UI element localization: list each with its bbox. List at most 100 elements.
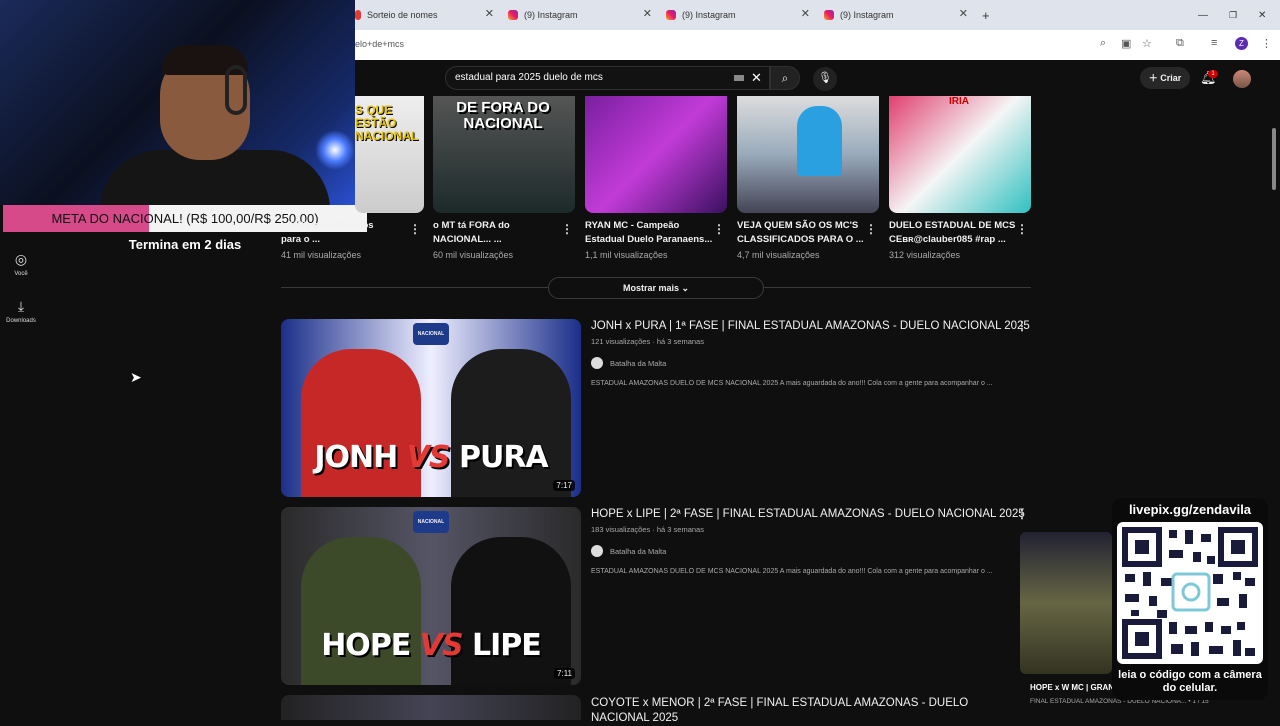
mini-player-video[interactable] — [1020, 532, 1112, 674]
instagram-icon — [666, 10, 676, 20]
create-button[interactable]: ＋ Criar — [1140, 67, 1190, 89]
video-duration: 7:11 — [554, 668, 575, 679]
search-input[interactable]: estadual para 2025 duelo de mcs — [455, 72, 603, 83]
close-icon[interactable]: ✕ — [801, 7, 810, 20]
video-title[interactable]: COYOTE x MENOR | 2ª FASE | FINAL ESTADUA… — [591, 696, 1011, 726]
profile-icon[interactable]: Z — [1235, 37, 1248, 50]
short-title[interactable]: DUELO ESTADUAL DE MCS CEʙʀ@clauber085 #r… — [889, 219, 1019, 247]
goal-subtitle: Termina em 2 dias — [128, 237, 242, 252]
tab-sorteio[interactable]: Sorteio de nomes ✕ — [355, 4, 500, 26]
qr-caption: leia o código com a câmera do celular. — [1118, 669, 1262, 694]
short-title[interactable]: o MT tá FORA do NACIONAL... ... — [433, 219, 563, 247]
sidebar-item-label: Downloads — [6, 318, 36, 324]
close-icon[interactable]: ✕ — [643, 7, 652, 20]
tab-instagram-1[interactable]: (9) Instagram ✕ — [508, 4, 658, 26]
close-icon[interactable]: ✕ — [959, 7, 968, 20]
avatar[interactable] — [1233, 70, 1251, 88]
mic-button[interactable]: 🎙 — [813, 67, 837, 91]
qr-url: livepix.gg/zendavila — [1128, 502, 1252, 517]
show-more-button[interactable]: Mostrar mais ⌄ — [548, 277, 764, 299]
instagram-icon — [824, 10, 834, 20]
video-description: ESTADUAL AMAZONAS DUELO DE MCS NACIONAL … — [591, 568, 993, 575]
more-options-icon[interactable]: ⋮ — [1016, 507, 1028, 521]
sidebar-item-voce[interactable]: ◎ Você — [0, 251, 42, 277]
clear-search-icon[interactable]: ✕ — [751, 70, 762, 86]
more-options-icon[interactable]: ⋮ — [1016, 319, 1028, 333]
thumbnail-vs-text: JONH VS PURA — [314, 440, 548, 475]
short-overlay-text: S QUE ESTÃO NACIONAL — [355, 103, 419, 143]
sidebar-item-downloads[interactable]: ⤓ Downloads — [0, 298, 42, 324]
tab-label: (9) Instagram — [682, 10, 736, 20]
search-icon: ⌕ — [781, 71, 789, 85]
short-views: 41 mil visualizações — [281, 250, 362, 260]
plus-icon: ＋ — [1148, 73, 1161, 83]
video-thumbnail[interactable] — [281, 695, 581, 720]
channel-link[interactable]: Batalha da Malta — [591, 357, 666, 369]
show-more-label: Mostrar mais — [622, 283, 679, 293]
video-duration: 7:17 — [553, 480, 575, 491]
tab-label: (9) Instagram — [840, 10, 894, 20]
short-title[interactable]: RYAN MC - Campeão Estadual Duelo Paranae… — [585, 219, 715, 247]
tab-instagram-2[interactable]: (9) Instagram ✕ — [666, 4, 816, 26]
chevron-down-icon: ⌄ — [681, 283, 690, 293]
user-circle-icon: ◎ — [14, 251, 28, 267]
short-title[interactable]: VEJA QUEM SÃO OS MC'S CLASSIFICADOS PARA… — [737, 219, 867, 247]
short-views: 4,7 mil visualizações — [737, 250, 820, 260]
more-options-icon[interactable]: ⋮ — [865, 222, 877, 236]
close-icon[interactable]: ✕ — [485, 7, 494, 20]
mic-icon: 🎙 — [818, 72, 832, 84]
video-thumbnail[interactable]: NACIONAL JONH VS PURA 7:17 — [281, 319, 581, 497]
nacional-logo: NACIONAL — [413, 323, 449, 345]
address-text[interactable]: elo+de+mcs — [355, 39, 404, 49]
more-options-icon[interactable]: ⋮ — [713, 222, 725, 236]
search-button[interactable]: ⌕ — [770, 66, 800, 90]
tab-instagram-3[interactable]: (9) Instagram ✕ — [824, 4, 974, 26]
extensions-icon[interactable]: ⧉ — [1176, 37, 1184, 50]
instagram-icon — [508, 10, 518, 20]
more-options-icon[interactable]: ⋮ — [409, 222, 421, 236]
new-tab-button[interactable]: + — [982, 4, 996, 26]
short-title[interactable]: ...MC's classificados para o ... — [281, 219, 391, 247]
restore-icon[interactable]: ❐ — [1229, 4, 1237, 26]
create-label: Criar — [1160, 73, 1182, 83]
more-menu-icon[interactable]: ⋮ — [1261, 37, 1272, 50]
short-thumbnail[interactable] — [585, 96, 727, 213]
short-thumbnail[interactable]: S QUE ESTÃO NACIONAL — [355, 96, 424, 213]
short-thumbnail[interactable] — [737, 96, 879, 213]
webcam-overlay — [0, 0, 355, 205]
sidebar-item-label: Você — [14, 271, 28, 277]
star-icon[interactable]: ☆ — [1142, 37, 1152, 50]
mini-player-title[interactable]: HOPE x W MC | GRAN — [1030, 683, 1114, 692]
channel-link[interactable]: Batalha da Malta — [591, 545, 666, 557]
keyboard-icon[interactable] — [734, 75, 744, 81]
video-title[interactable]: HOPE x LIPE | 2ª FASE | FINAL ESTADUAL A… — [591, 508, 1025, 520]
reading-list-icon[interactable]: ≡ — [1211, 37, 1217, 49]
tab-label: Sorteio de nomes — [367, 10, 438, 20]
tab-label: (9) Instagram — [524, 10, 578, 20]
thumbnail-vs-text: HOPE VS LIPE — [321, 628, 542, 663]
cast-icon[interactable]: ▣ — [1121, 37, 1131, 50]
short-figure — [797, 106, 842, 176]
qr-code — [1117, 522, 1263, 664]
video-thumbnail[interactable]: NACIONAL HOPE VS LIPE 7:11 — [281, 507, 581, 685]
short-views: 1,1 mil visualizações — [585, 250, 668, 260]
scrollbar-thumb[interactable] — [1272, 128, 1276, 190]
short-thumbnail[interactable]: IRIA — [889, 96, 1031, 213]
short-overlay-text: IRIA — [949, 96, 969, 107]
close-window-icon[interactable]: ✕ — [1258, 4, 1266, 26]
zoom-icon[interactable]: ⌕ — [1100, 37, 1106, 50]
video-meta: 121 visualizações · há 3 semanas — [591, 337, 704, 346]
more-options-icon[interactable]: ⋮ — [561, 222, 573, 236]
minimize-icon[interactable]: — — [1198, 4, 1208, 26]
channel-avatar — [591, 545, 603, 557]
short-overlay-text: DE FORA DO NACIONAL — [456, 99, 550, 132]
tab-favicon-icon — [355, 10, 361, 20]
nacional-logo: NACIONAL — [413, 511, 449, 533]
video-title[interactable]: JONH x PURA | 1ª FASE | FINAL ESTADUAL A… — [591, 320, 1030, 332]
channel-name: Batalha da Malta — [610, 546, 667, 556]
headphones — [225, 65, 247, 115]
more-options-icon[interactable]: ⋮ — [1016, 222, 1028, 236]
download-icon: ⤓ — [17, 298, 25, 314]
short-thumbnail[interactable]: DE FORA DO NACIONAL — [433, 96, 575, 213]
short-views: 60 mil visualizações — [433, 250, 514, 260]
